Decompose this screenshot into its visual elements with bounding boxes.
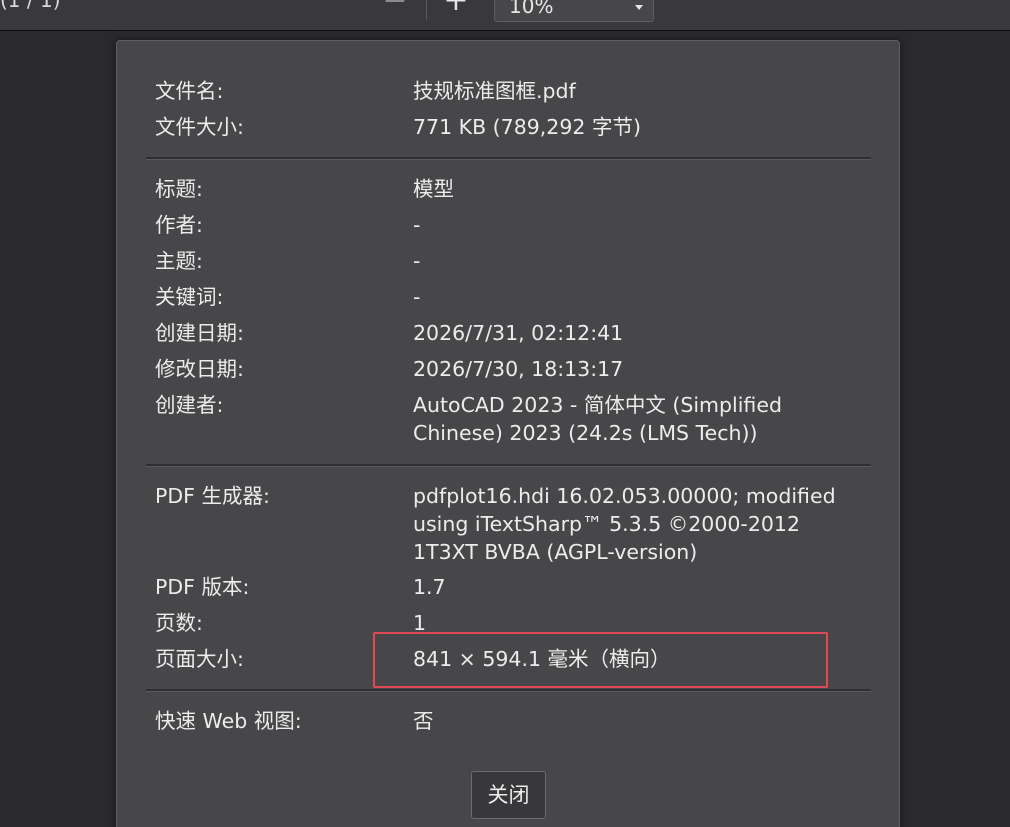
- fast-web-view-label: 快速 Web 视图:: [155, 709, 302, 733]
- modified-label: 修改日期:: [155, 357, 244, 381]
- divider: [146, 464, 871, 467]
- file-size-value: 771 KB (789,292 字节): [413, 115, 641, 139]
- document-properties-dialog: 文件名: 技规标准图框.pdf 文件大小: 771 KB (789,292 字节…: [116, 40, 900, 827]
- author-label: 作者:: [155, 213, 203, 237]
- modified-value: 2026/7/30, 18:13:17: [413, 357, 624, 381]
- divider: [146, 157, 871, 160]
- toolbar-separator: [426, 0, 427, 20]
- close-button[interactable]: 关闭: [471, 771, 546, 819]
- page-count: (1 / 1): [0, 0, 61, 12]
- page-size-label: 页面大小:: [155, 647, 244, 671]
- created-label: 创建日期:: [155, 321, 244, 345]
- created-value: 2026/7/31, 02:12:41: [413, 321, 624, 345]
- pdf-version-label: PDF 版本:: [155, 575, 250, 599]
- producer-value: pdfplot16.hdi 16.02.053.00000; modified …: [413, 484, 836, 564]
- title-value: 模型: [413, 177, 454, 201]
- creator-value: AutoCAD 2023 - 简体中文 (Simplified Chinese)…: [413, 393, 782, 445]
- fast-web-view-value: 否: [413, 709, 434, 733]
- highlight-box: [373, 632, 828, 688]
- subject-value: -: [413, 249, 421, 273]
- author-value: -: [413, 213, 421, 237]
- keywords-label: 关键词:: [155, 285, 224, 309]
- file-name-value: 技规标准图框.pdf: [413, 79, 576, 103]
- creator-label: 创建者:: [155, 393, 224, 417]
- producer-label: PDF 生成器:: [155, 484, 270, 508]
- zoom-select[interactable]: 10%: [494, 0, 654, 22]
- toolbar: (1 / 1) − + 10%: [0, 0, 1010, 31]
- zoom-out-button[interactable]: −: [381, 0, 409, 16]
- subject-label: 主题:: [155, 249, 203, 273]
- divider: [146, 689, 871, 692]
- title-label: 标题:: [155, 177, 203, 201]
- file-size-label: 文件大小:: [155, 115, 244, 139]
- zoom-in-button[interactable]: +: [442, 0, 470, 16]
- zoom-value: 10%: [509, 0, 554, 18]
- chevron-down-icon: [635, 5, 643, 10]
- pdf-viewer: (1 / 1) − + 10% 文件名: 技规标准图框.pdf 文件大小: 77…: [0, 0, 1010, 827]
- keywords-value: -: [413, 285, 421, 309]
- page-count-label: 页数:: [155, 611, 203, 635]
- file-name-label: 文件名:: [155, 79, 224, 103]
- pdf-version-value: 1.7: [413, 575, 446, 599]
